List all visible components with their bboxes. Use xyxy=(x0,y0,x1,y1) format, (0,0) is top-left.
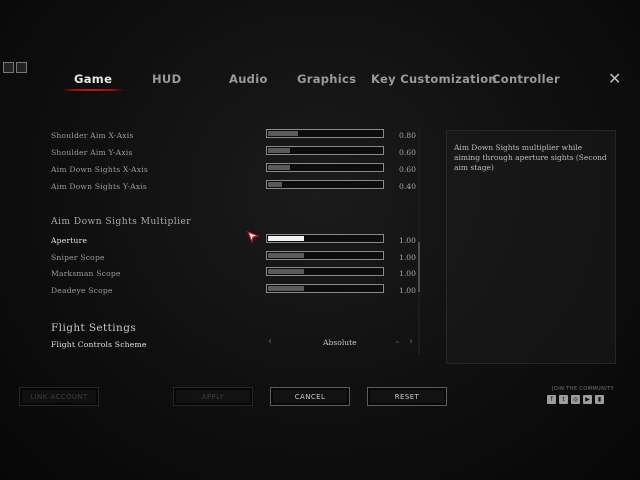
tab-key-customization[interactable]: Key Customization xyxy=(371,72,497,86)
ads-x-slider[interactable] xyxy=(266,163,384,172)
scrollbar-track[interactable] xyxy=(418,128,420,354)
mouse-cursor-icon xyxy=(247,231,259,243)
setting-label: Sniper Scope xyxy=(51,253,105,262)
setting-row-sniper-scope[interactable]: Sniper Scope 1.00 xyxy=(51,251,421,267)
setting-label: Flight Controls Scheme xyxy=(51,340,147,349)
description-panel: Aim Down Sights multiplier while aiming … xyxy=(446,130,616,364)
slider-fill xyxy=(268,148,290,153)
setting-row-deadeye-scope[interactable]: Deadeye Scope 1.00 xyxy=(51,284,421,300)
link-account-button[interactable]: LINK ACCOUNT xyxy=(19,387,99,406)
description-text: Aim Down Sights multiplier while aiming … xyxy=(454,143,607,172)
chevron-right-icon[interactable]: › xyxy=(409,336,413,347)
section-heading-flight: Flight Settings xyxy=(51,322,137,334)
slider-fill xyxy=(268,286,305,291)
cancel-button[interactable]: CANCEL xyxy=(270,387,350,406)
twitch-icon[interactable]: ▮ xyxy=(595,395,604,404)
scrollbar-thumb[interactable] xyxy=(418,242,420,292)
slider-fill xyxy=(268,165,290,170)
slider-fill xyxy=(268,182,282,187)
chevron-left-icon[interactable]: ‹ xyxy=(268,336,272,347)
setting-label: Aperture xyxy=(51,236,88,245)
aperture-slider[interactable] xyxy=(266,234,384,243)
setting-value: 0.40 xyxy=(399,182,416,191)
setting-value: 0.60 xyxy=(399,148,416,157)
setting-row-ads-x: Aim Down Sights X-Axis 0.60 xyxy=(51,163,421,179)
settings-tabs: Game HUD Audio Graphics Key Customizatio… xyxy=(0,72,640,92)
flight-scheme-value: Absolute xyxy=(323,338,357,347)
tab-audio[interactable]: Audio xyxy=(229,72,268,86)
setting-label: Shoulder Aim Y-Axis xyxy=(51,148,133,157)
facebook-icon[interactable]: f xyxy=(547,395,556,404)
twitter-icon[interactable]: t xyxy=(559,395,568,404)
setting-value: 1.00 xyxy=(399,286,416,295)
tab-controller[interactable]: Controller xyxy=(492,72,560,86)
apply-button[interactable]: APPLY xyxy=(173,387,253,406)
setting-label: Aim Down Sights X-Axis xyxy=(51,165,148,174)
marksman-scope-slider[interactable] xyxy=(266,267,384,276)
deadeye-scope-slider[interactable] xyxy=(266,284,384,293)
setting-row-marksman-scope[interactable]: Marksman Scope 1.00 xyxy=(51,267,421,283)
shoulder-aim-x-slider[interactable] xyxy=(266,129,384,138)
close-icon[interactable]: ✕ xyxy=(608,69,621,88)
youtube-icon[interactable]: ▶ xyxy=(583,395,592,404)
reset-button[interactable]: RESET xyxy=(367,387,447,406)
section-heading-ads-multiplier: Aim Down Sights Multiplier xyxy=(51,216,192,227)
setting-value: 0.60 xyxy=(399,165,416,174)
tab-hud[interactable]: HUD xyxy=(152,72,181,86)
shoulder-aim-y-slider[interactable] xyxy=(266,146,384,155)
setting-label: Aim Down Sights Y-Axis xyxy=(51,182,147,191)
setting-value: 1.00 xyxy=(399,253,416,262)
slider-fill xyxy=(268,253,305,258)
slider-fill xyxy=(268,131,298,136)
setting-row-shoulder-aim-y: Shoulder Aim Y-Axis 0.60 xyxy=(51,146,421,162)
sniper-scope-slider[interactable] xyxy=(266,251,384,260)
setting-label: Deadeye Scope xyxy=(51,286,113,295)
chevron-down-icon[interactable]: ⌄ xyxy=(394,336,401,345)
setting-value: 0.80 xyxy=(399,131,416,140)
slider-fill xyxy=(268,269,305,274)
slider-fill xyxy=(268,236,305,241)
ads-y-slider[interactable] xyxy=(266,180,384,189)
setting-row-ads-y: Aim Down Sights Y-Axis 0.40 xyxy=(51,180,421,196)
setting-row-aperture[interactable]: Aperture 1.00 xyxy=(51,234,421,250)
tab-game[interactable]: Game xyxy=(61,72,125,91)
setting-label: Marksman Scope xyxy=(51,269,121,278)
social-links: f t ◎ ▶ ▮ xyxy=(547,395,604,404)
tab-graphics[interactable]: Graphics xyxy=(297,72,356,86)
instagram-icon[interactable]: ◎ xyxy=(571,395,580,404)
setting-value: 1.00 xyxy=(399,236,416,245)
setting-value: 1.00 xyxy=(399,269,416,278)
flight-scheme-selector[interactable]: ‹ Absolute ⌄ › xyxy=(266,336,416,350)
join-community-label: JOIN THE COMMUNITY xyxy=(552,386,615,392)
setting-label: Shoulder Aim X-Axis xyxy=(51,131,134,140)
setting-row-shoulder-aim-x: Shoulder Aim X-Axis 0.80 xyxy=(51,129,421,145)
